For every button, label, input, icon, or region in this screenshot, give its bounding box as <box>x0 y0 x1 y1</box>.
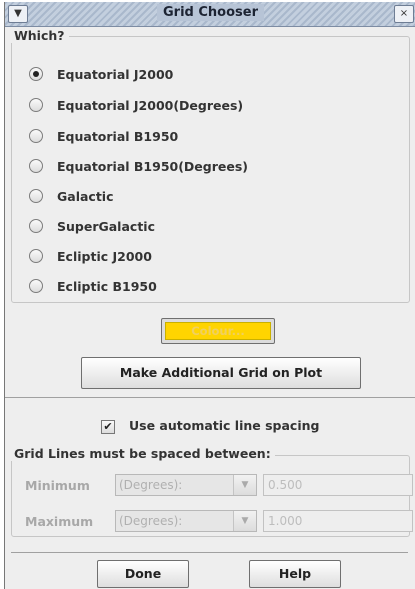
radio-button[interactable] <box>29 67 43 81</box>
window-title: Grid Chooser <box>157 4 264 21</box>
radio-equatorial-j2000[interactable]: Equatorial J2000 <box>29 64 173 84</box>
chevron-down-icon[interactable]: ▼ <box>233 511 256 531</box>
minimum-value-field[interactable]: 0.500 <box>263 474 413 496</box>
radio-button[interactable] <box>29 189 43 203</box>
radio-label: Equatorial B1950(Degrees) <box>57 158 249 174</box>
minimum-label: Minimum <box>25 478 90 493</box>
maximum-label: Maximum <box>25 514 94 529</box>
minimum-unit-value: (Degrees): <box>119 478 183 492</box>
radio-ecliptic-b1950[interactable]: Ecliptic B1950 <box>29 276 157 296</box>
minimum-unit-select[interactable]: (Degrees): ▼ <box>115 474 257 496</box>
grid-chooser-window: ▼ Grid Chooser × Which? Equatorial J2000… <box>4 2 415 589</box>
close-icon: × <box>399 8 409 19</box>
radio-button[interactable] <box>29 98 43 112</box>
title-bar: ▼ Grid Chooser × <box>5 2 415 27</box>
colour-button[interactable]: Colour... <box>161 318 275 344</box>
maximum-unit-select[interactable]: (Degrees): ▼ <box>115 510 257 532</box>
maximum-unit-value: (Degrees): <box>119 514 183 528</box>
radio-label: Ecliptic B1950 <box>57 278 157 294</box>
radio-button[interactable] <box>29 249 43 263</box>
radio-galactic[interactable]: Galactic <box>29 186 114 206</box>
radio-equatorial-b1950[interactable]: Equatorial B1950 <box>29 126 178 146</box>
help-button[interactable]: Help <box>249 560 341 588</box>
radio-label: Equatorial J2000(Degrees) <box>57 97 244 113</box>
radio-button[interactable] <box>29 219 43 233</box>
which-legend: Which? <box>11 28 69 43</box>
radio-label: Equatorial B1950 <box>57 128 179 144</box>
radio-button[interactable] <box>29 279 43 293</box>
maximum-value-field[interactable]: 1.000 <box>263 510 413 532</box>
separator-top <box>5 397 415 398</box>
radio-label: SuperGalactic <box>57 218 155 234</box>
radio-label: Galactic <box>57 188 114 204</box>
radio-supergalactic[interactable]: SuperGalactic <box>29 216 155 236</box>
chevron-down-icon[interactable]: ▼ <box>233 475 256 495</box>
spacing-legend: Grid Lines must be spaced between: <box>11 446 275 461</box>
radio-label: Ecliptic J2000 <box>57 248 152 264</box>
separator-bottom <box>11 552 408 553</box>
radio-button[interactable] <box>29 159 43 173</box>
radio-equatorial-j2000-degrees[interactable]: Equatorial J2000(Degrees) <box>29 95 243 115</box>
close-button[interactable]: × <box>394 5 414 23</box>
make-additional-grid-button[interactable]: Make Additional Grid on Plot <box>81 357 361 389</box>
radio-label: Equatorial J2000 <box>57 66 174 82</box>
radio-button[interactable] <box>29 129 43 143</box>
colour-swatch: Colour... <box>165 322 271 340</box>
auto-spacing-checkbox[interactable]: ✔ <box>101 420 115 434</box>
auto-spacing-label: Use automatic line spacing <box>129 418 320 433</box>
radio-equatorial-b1950-degrees[interactable]: Equatorial B1950(Degrees) <box>29 156 248 176</box>
done-button[interactable]: Done <box>97 560 189 588</box>
radio-ecliptic-j2000[interactable]: Ecliptic J2000 <box>29 246 152 266</box>
